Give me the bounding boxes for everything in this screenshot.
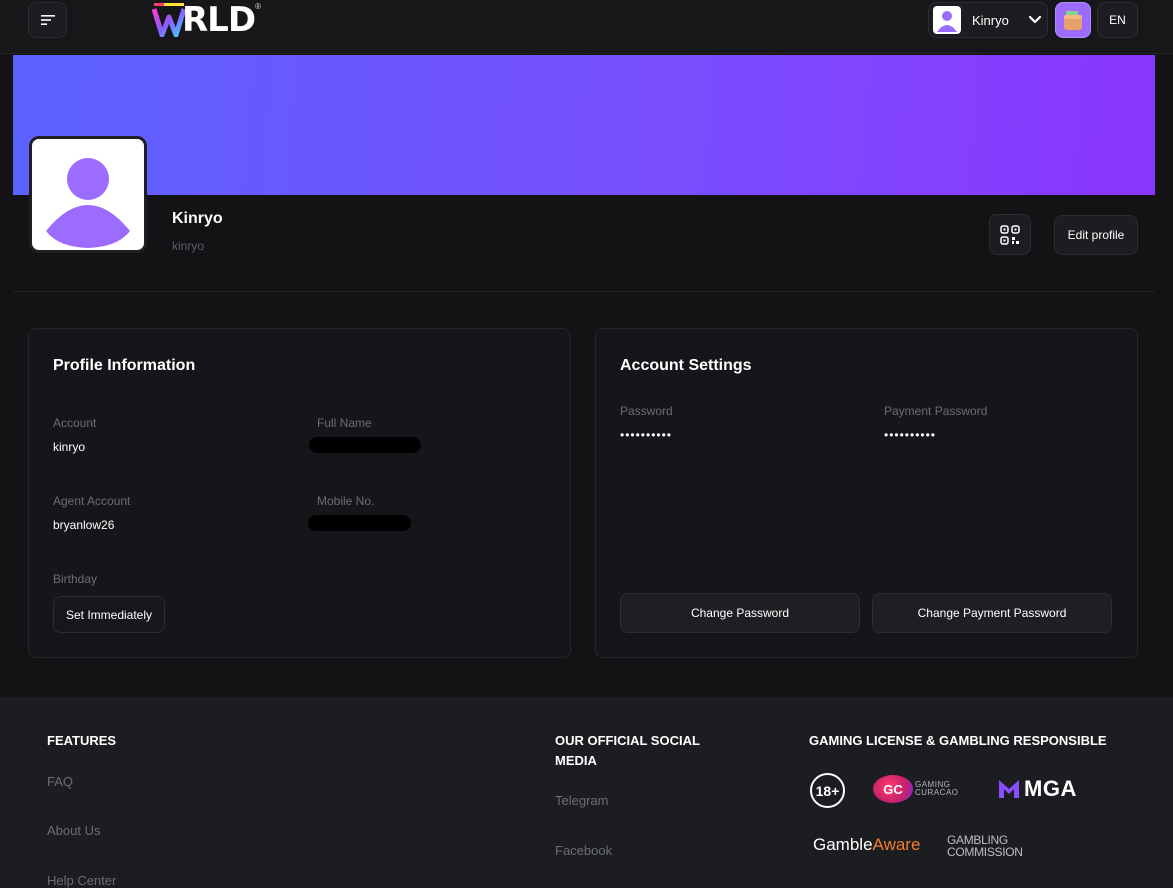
wallet-icon: [1064, 11, 1082, 30]
account-settings-title: Account Settings: [620, 357, 752, 374]
top-bar: RLD ® Kinryo EN: [0, 0, 1173, 54]
gaming-curacao-logo[interactable]: GC GAMING CURACAO: [873, 774, 965, 804]
password-value: ••••••••••: [620, 428, 673, 442]
mobile-label: Mobile No.: [317, 494, 375, 508]
footer-link-telegram[interactable]: Telegram: [555, 793, 608, 808]
account-label: Account: [53, 416, 97, 430]
payment-password-value: ••••••••••: [884, 428, 937, 442]
footer-link-about-us[interactable]: About Us: [47, 823, 100, 838]
password-label: Password: [620, 404, 673, 418]
profile-banner: [13, 55, 1155, 195]
user-menu-button[interactable]: Kinryo: [928, 2, 1048, 38]
profile-information-card: Profile Information Account kinryo Full …: [28, 328, 571, 658]
footer-link-facebook[interactable]: Facebook: [555, 843, 612, 858]
gambling-commission-logo[interactable]: GAMBLING COMMISSION: [947, 834, 1023, 858]
language-selector[interactable]: EN: [1097, 2, 1138, 38]
gamble-aware-logo[interactable]: GambleAware: [813, 835, 920, 855]
user-avatar-icon: [937, 11, 957, 32]
edit-profile-button[interactable]: Edit profile: [1054, 215, 1138, 255]
aware-text: Aware: [872, 835, 921, 854]
chevron-down-icon: [1028, 15, 1042, 24]
full-name-label: Full Name: [317, 416, 372, 430]
gc-text: GAMING CURACAO: [915, 780, 959, 797]
user-avatar: [933, 6, 961, 34]
profile-handle: kinryo: [172, 239, 205, 253]
payment-password-label: Payment Password: [884, 404, 988, 418]
logo-w-icon: [152, 3, 186, 37]
license-heading: GAMING LICENSE & GAMBLING RESPONSIBLE: [809, 733, 1107, 748]
mga-logo[interactable]: MGA: [998, 776, 1077, 802]
mga-text: MGA: [1024, 776, 1077, 801]
birthday-label: Birthday: [53, 572, 98, 586]
qr-code-button[interactable]: [989, 214, 1031, 255]
menu-toggle-button[interactable]: [28, 2, 67, 38]
gamble-text: Gamble: [813, 835, 873, 854]
mga-mark-icon: [999, 780, 1019, 798]
user-name: Kinryo: [972, 12, 1009, 28]
footer-link-help-center[interactable]: Help Center: [47, 873, 116, 888]
full-name-redacted: [309, 437, 421, 453]
account-value: kinryo: [53, 440, 86, 454]
profile-display-name: Kinryo: [172, 210, 223, 227]
wallet-button[interactable]: [1055, 2, 1091, 38]
change-payment-password-button[interactable]: Change Payment Password: [872, 593, 1112, 633]
logo-text: RLD: [182, 0, 256, 40]
gc-initials: GC: [873, 775, 913, 803]
profile-avatar-icon: [46, 158, 130, 248]
change-password-button[interactable]: Change Password: [620, 593, 860, 633]
profile-information-title: Profile Information: [53, 357, 196, 374]
set-birthday-button[interactable]: Set Immediately: [53, 596, 165, 633]
menu-icon: [40, 15, 55, 25]
account-settings-card: Account Settings Password •••••••••• Pay…: [595, 328, 1138, 658]
age-18-plus-badge: 18+: [810, 773, 845, 808]
profile-avatar[interactable]: [29, 136, 147, 253]
qr-code-icon: [1000, 224, 1020, 245]
agent-account-value: bryanlow26: [53, 518, 115, 532]
gambling-commission-line2: COMMISSION: [947, 845, 1023, 859]
agent-account-label: Agent Account: [53, 494, 131, 508]
features-heading: FEATURES: [47, 733, 117, 748]
social-media-heading: OUR OFFICIAL SOCIAL MEDIA: [555, 733, 700, 768]
logo-registered-mark: ®: [255, 2, 262, 11]
section-divider: [13, 291, 1155, 292]
footer-link-faq[interactable]: FAQ: [47, 774, 73, 789]
mobile-redacted: [308, 515, 411, 531]
brand-logo[interactable]: RLD ®: [152, 0, 261, 40]
